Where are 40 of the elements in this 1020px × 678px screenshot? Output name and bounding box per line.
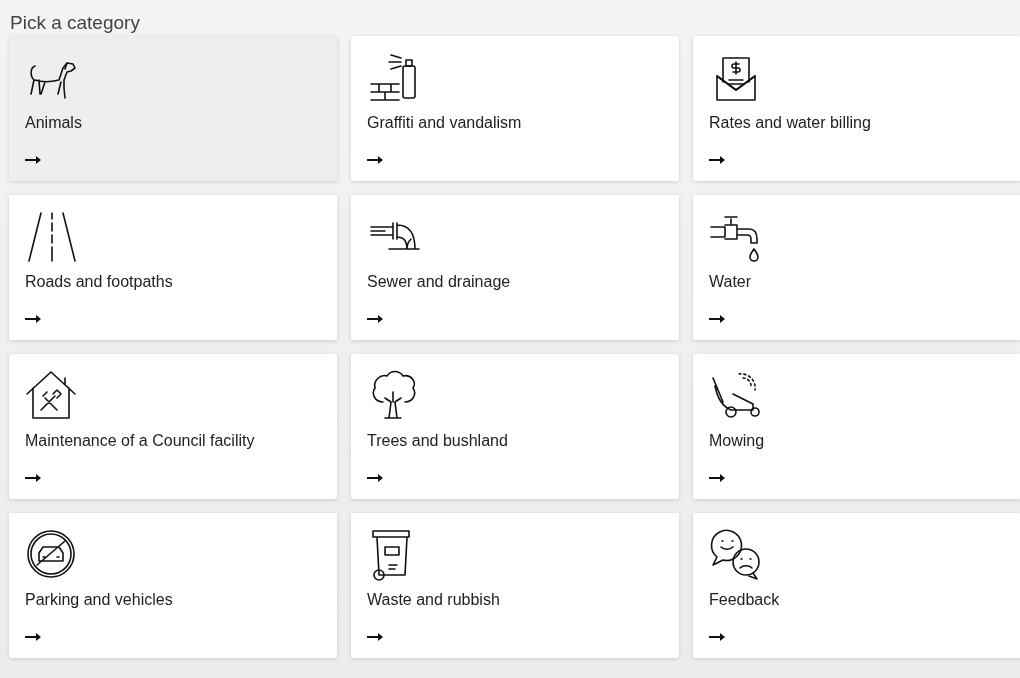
arrow-icon [25,474,41,482]
category-label: Feedback [709,591,781,609]
arrow-icon [709,474,725,482]
category-label: Trees and bushland [367,432,509,450]
category-card[interactable]: Rates and water billing [693,36,1020,181]
chat-faces-icon [709,527,763,581]
arrow-icon [709,156,725,164]
category-label: Sewer and drainage [367,273,512,291]
arrow-icon [709,315,725,323]
arrow-icon [25,633,41,641]
category-card[interactable]: Water [693,195,1020,340]
arrow-icon [25,156,41,164]
category-card[interactable]: Animals [9,36,337,181]
page-heading: Pick a category [9,11,141,35]
category-label: Maintenance of a Council facility [25,432,256,450]
category-card[interactable]: Roads and footpaths [9,195,337,340]
house-tools-icon [25,368,79,422]
category-card[interactable]: Feedback [693,513,1020,658]
category-label: Waste and rubbish [367,591,501,609]
arrow-icon [709,633,725,641]
category-label: Water [709,273,753,291]
arrow-icon [367,633,383,641]
category-card[interactable]: Trees and bushland [351,354,679,499]
category-label: Parking and vehicles [25,591,174,609]
category-label: Rates and water billing [709,114,872,132]
category-card[interactable]: Maintenance of a Council facility [9,354,337,499]
category-card[interactable]: Parking and vehicles [9,513,337,658]
category-card[interactable]: Sewer and drainage [351,195,679,340]
arrow-icon [25,315,41,323]
category-label: Animals [25,114,83,132]
category-card[interactable]: Waste and rubbish [351,513,679,658]
category-card[interactable]: Mowing [693,354,1020,499]
road-icon [25,209,79,263]
category-label: Mowing [709,432,766,450]
category-label: Roads and footpaths [25,273,174,291]
arrow-icon [367,474,383,482]
category-card[interactable]: Graffiti and vandalism [351,36,679,181]
category-label: Graffiti and vandalism [367,114,523,132]
arrow-icon [367,315,383,323]
arrow-icon [367,156,383,164]
